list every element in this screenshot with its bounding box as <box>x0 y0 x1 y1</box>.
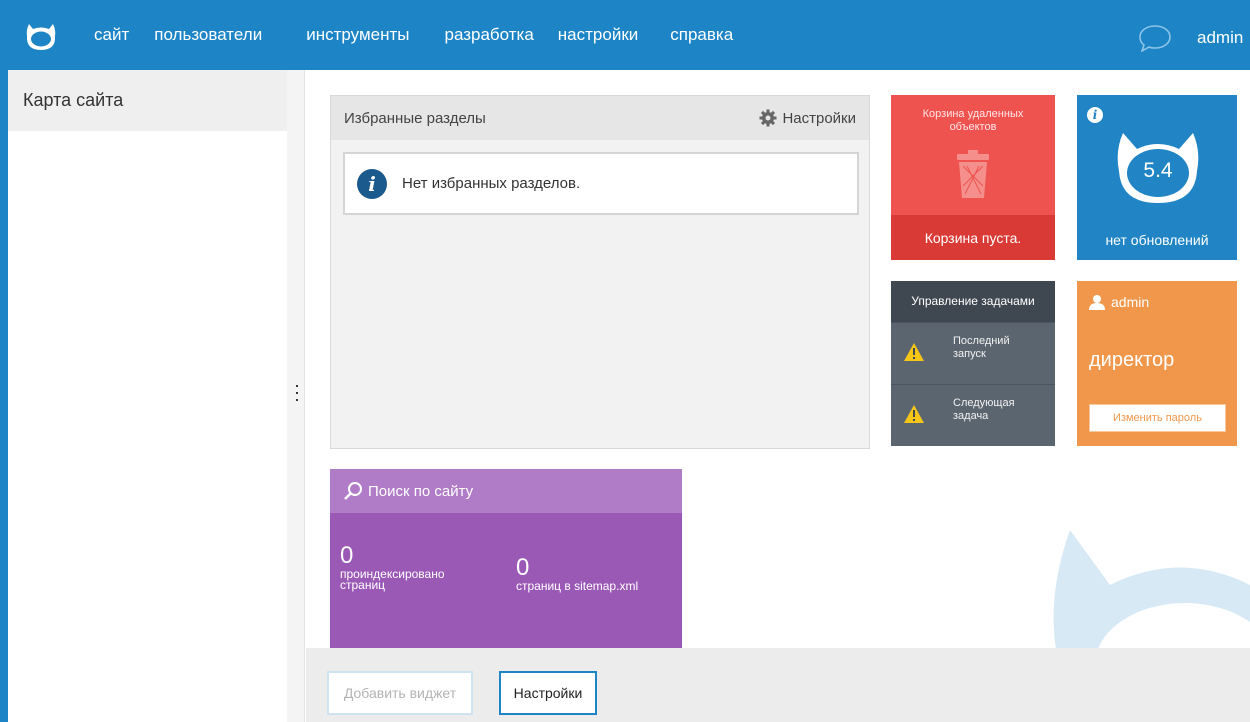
sidebar: Карта сайта <box>8 70 287 722</box>
current-user-widget: admin директор Изменить пароль <box>1077 281 1237 446</box>
task-row-last-run[interactable]: Последний запуск <box>891 322 1055 384</box>
updates-widget[interactable]: i 5.4 нет обновлений <box>1077 95 1237 260</box>
background-cat-logo-icon <box>1053 530 1250 648</box>
add-widget-button[interactable]: Добавить виджет <box>327 671 473 715</box>
warning-icon <box>904 343 924 361</box>
task-manager-title: Управление задачами <box>891 281 1055 322</box>
site-search-header[interactable]: Поиск по сайту <box>330 469 682 513</box>
task-row-next-task[interactable]: Следующая задача <box>891 384 1055 446</box>
nav-item-help[interactable]: справка <box>670 0 733 70</box>
task-manager-widget: Управление задачами Последний запуск Сле… <box>891 281 1055 446</box>
dashboard-settings-button[interactable]: Настройки <box>499 671 597 715</box>
indexed-pages-label-line2: страниц <box>340 578 386 592</box>
nav-item-tools[interactable]: инструменты <box>306 0 409 70</box>
favorites-empty-text: Нет избранных разделов. <box>402 175 581 192</box>
user-icon <box>1089 295 1105 310</box>
user-menu-link[interactable]: admin <box>1197 0 1243 76</box>
left-frame-border <box>0 70 8 722</box>
sidebar-title: Карта сайта <box>8 70 287 131</box>
gear-icon <box>759 109 777 127</box>
favorites-settings-button[interactable]: Настройки <box>759 109 856 127</box>
updates-status: нет обновлений <box>1105 232 1209 248</box>
favorites-empty-notice: i Нет избранных разделов. <box>343 152 859 215</box>
umi-logo-icon[interactable] <box>24 22 58 52</box>
trash-widget[interactable]: Корзина удаленных объектов Корзина пуста… <box>891 95 1055 260</box>
nav-item-site[interactable]: сайт <box>94 0 129 70</box>
task-last-run-label: Последний запуск <box>953 335 1010 360</box>
chat-bubble-icon[interactable] <box>1138 24 1172 52</box>
trash-title: Корзина удаленных объектов <box>891 95 1055 134</box>
current-user-role: директор <box>1089 349 1175 371</box>
favorites-settings-label: Настройки <box>782 109 856 127</box>
sitemap-pages-label: страниц в sitemap.xml <box>516 579 639 593</box>
change-password-button[interactable]: Изменить пароль <box>1089 404 1226 432</box>
info-icon[interactable]: i <box>1087 107 1103 123</box>
top-navbar: сайт пользователи инструменты разработка… <box>0 0 1250 70</box>
nav-item-development[interactable]: разработка <box>444 0 533 70</box>
indexed-pages-stat: 0 проиндексировано страниц <box>340 542 445 592</box>
task-next-label: Следующая задача <box>953 397 1015 422</box>
info-icon: i <box>357 168 387 199</box>
trash-can-icon <box>957 150 989 198</box>
site-search-widget: Поиск по сайту 0 проиндексировано страни… <box>330 469 682 648</box>
current-user-name-text: admin <box>1111 294 1150 310</box>
cms-version: 5.4 <box>1143 159 1173 182</box>
site-search-title: Поиск по сайту <box>368 482 474 500</box>
trash-status: Корзина пуста. <box>891 215 1055 260</box>
current-user-name: admin <box>1089 294 1149 310</box>
favorites-header: Избранные разделы Настройки <box>331 96 869 140</box>
favorites-title: Избранные разделы <box>344 109 486 127</box>
nav-item-users[interactable]: пользователи <box>154 0 262 70</box>
drag-dots-icon <box>296 385 298 406</box>
search-icon <box>344 482 362 500</box>
indexed-pages-count: 0 <box>340 542 354 569</box>
sitemap-pages-count: 0 <box>516 554 530 581</box>
main-menu: сайт пользователи инструменты разработка… <box>94 0 758 70</box>
warning-icon <box>904 405 924 423</box>
sitemap-pages-stat: 0 страниц в sitemap.xml <box>516 554 639 593</box>
favorites-widget: Избранные разделы Настройки i Нет избран… <box>330 95 870 449</box>
trash-title-text: Корзина удаленных объектов <box>922 108 1024 133</box>
nav-item-settings[interactable]: настройки <box>558 0 638 70</box>
